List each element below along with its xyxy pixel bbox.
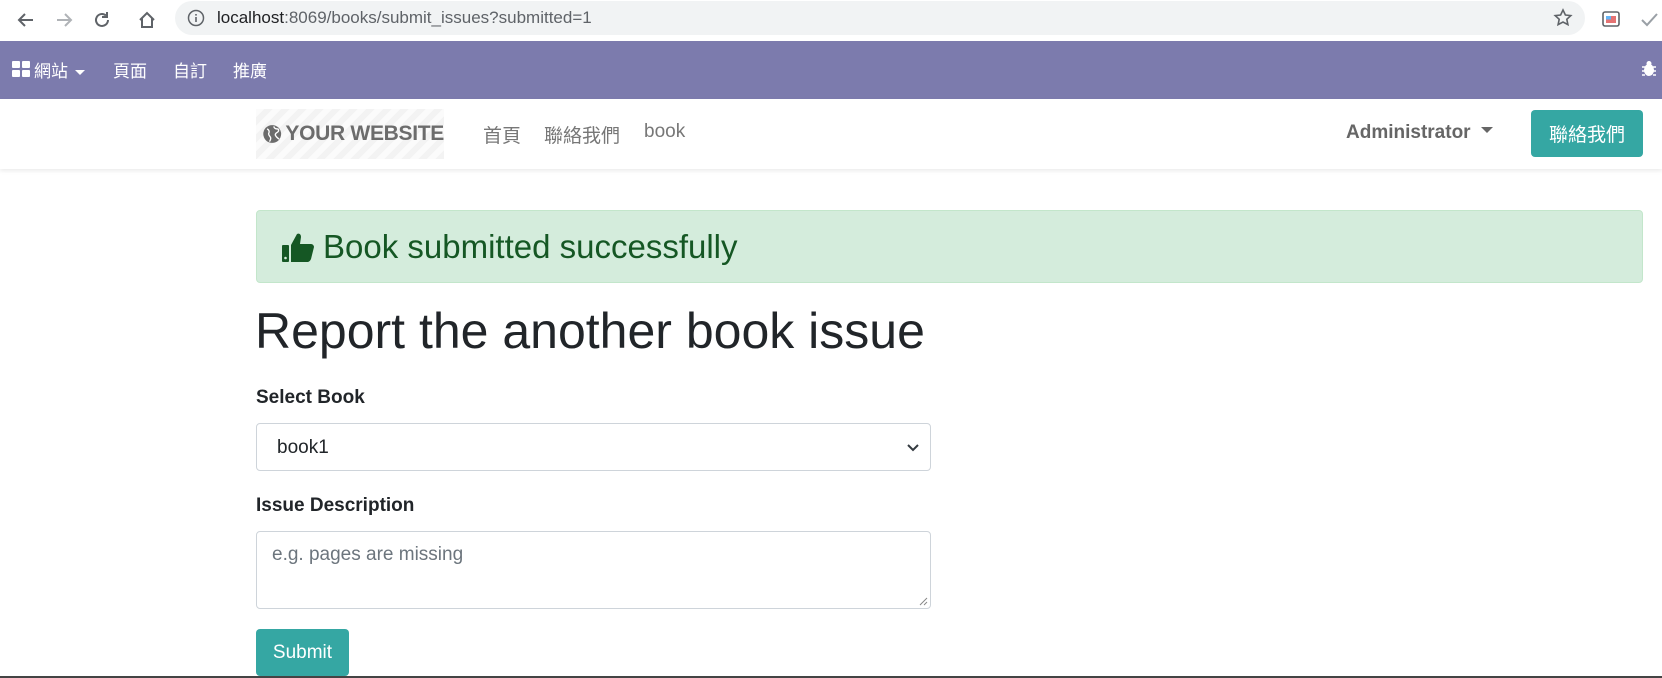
book-select[interactable]: book1 [256, 423, 931, 471]
extension-icon[interactable] [1600, 8, 1622, 30]
url-path: :8069/books/submit_issues?submitted=1 [284, 8, 592, 27]
admin-menu-website[interactable]: 網站 [34, 57, 85, 82]
info-icon[interactable] [187, 9, 205, 27]
page-title: Report the another book issue [255, 303, 925, 359]
bookmark-star-icon[interactable] [1553, 8, 1573, 28]
site-logo[interactable]: YOUR WEBSITE [256, 109, 444, 159]
issue-description-label: Issue Description [256, 495, 415, 516]
logo-text: YOUR WEBSITE [285, 122, 444, 145]
address-bar[interactable]: localhost:8069/books/submit_issues?submi… [175, 1, 1585, 35]
arrow-right-icon [57, 13, 73, 27]
issue-description-placeholder: e.g. pages are missing [272, 544, 464, 565]
arrow-left-icon [17, 13, 33, 27]
admin-menu-promote[interactable]: 推廣 [233, 57, 267, 82]
issue-description-field[interactable]: e.g. pages are missing [256, 531, 931, 609]
user-menu[interactable]: Administrator [1346, 122, 1493, 144]
admin-menu-customize[interactable]: 自訂 [173, 57, 207, 82]
selected-book-value: book1 [277, 437, 329, 458]
reload-button[interactable] [88, 6, 116, 34]
globe-icon [263, 125, 282, 143]
home-button[interactable] [133, 6, 161, 34]
checkmark-icon[interactable] [1638, 8, 1660, 30]
admin-bar: 網站 頁面 自訂 推廣 [0, 41, 1662, 99]
submit-button[interactable]: Submit [256, 629, 349, 676]
thumbs-up-icon [282, 233, 314, 262]
contact-us-button[interactable]: 聯絡我們 [1531, 110, 1643, 157]
success-alert: Book submitted successfully [256, 210, 1643, 283]
apps-grid-icon[interactable] [12, 61, 30, 77]
nav-link-contact[interactable]: 聯絡我們 [544, 121, 620, 148]
url-text[interactable]: localhost:8069/books/submit_issues?submi… [217, 8, 592, 28]
chevron-down-icon [907, 444, 919, 452]
back-button[interactable] [12, 6, 40, 34]
url-host: localhost [217, 8, 285, 27]
nav-link-book[interactable]: book [644, 121, 685, 143]
browser-toolbar: localhost:8069/books/submit_issues?submi… [0, 0, 1662, 40]
forward-button[interactable] [50, 6, 78, 34]
reload-icon [95, 12, 109, 27]
admin-menu-website-label: 網站 [34, 62, 68, 81]
website-navbar: YOUR WEBSITE 首頁 聯絡我們 book Administrator … [0, 99, 1662, 169]
caret-down-icon [1480, 126, 1493, 133]
home-icon [139, 11, 155, 28]
nav-link-home[interactable]: 首頁 [483, 121, 521, 148]
resize-handle-icon[interactable] [918, 596, 928, 606]
bug-icon[interactable] [1640, 60, 1658, 78]
admin-menu-pages[interactable]: 頁面 [113, 57, 147, 82]
alert-message: Book submitted successfully [323, 227, 738, 265]
select-book-label: Select Book [256, 387, 365, 408]
user-name: Administrator [1346, 122, 1471, 143]
caret-down-icon [75, 70, 85, 76]
